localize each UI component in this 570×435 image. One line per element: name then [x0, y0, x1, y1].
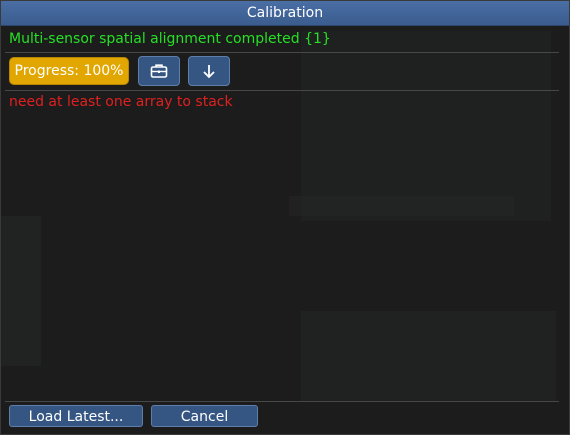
background-panel [1, 216, 41, 366]
toolbox-button[interactable] [138, 56, 180, 86]
divider [5, 401, 559, 402]
load-latest-button[interactable]: Load Latest... [9, 405, 143, 427]
arrow-down-icon [203, 65, 215, 79]
download-button[interactable] [188, 56, 230, 86]
progress-indicator: Progress: 100% [9, 57, 129, 85]
divider [5, 52, 559, 53]
background-panel [301, 31, 551, 221]
error-message: need at least one array to stack [9, 94, 233, 110]
cancel-button[interactable]: Cancel [151, 405, 258, 427]
background-panel [289, 196, 514, 216]
background-panel [301, 311, 556, 401]
briefcase-icon [150, 64, 168, 78]
calibration-dialog: Calibration Multi-sensor spatial alignme… [0, 0, 570, 435]
status-message: Multi-sensor spatial alignment completed… [9, 31, 331, 47]
dialog-title: Calibration [1, 1, 569, 26]
divider [5, 90, 559, 91]
